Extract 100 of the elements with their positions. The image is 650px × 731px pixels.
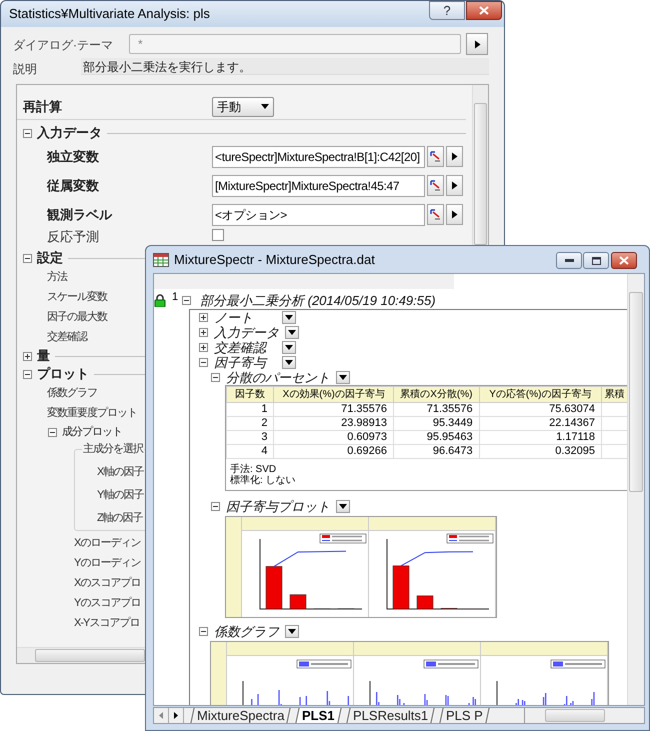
range-field[interactable]: <オプション> [212, 204, 425, 226]
table-cell: 75.63074 [479, 402, 602, 416]
checkbox[interactable] [212, 229, 224, 241]
vertical-scrollbar[interactable] [472, 85, 488, 245]
range-select-button[interactable] [427, 146, 444, 167]
table-cell: 0.32095 [479, 444, 602, 458]
table-cell: 71.35576 [393, 402, 480, 416]
table-cell: 3 [226, 430, 274, 444]
expand-toggle[interactable] [199, 343, 208, 352]
setting-label: 独立変数 [47, 148, 100, 166]
help-button[interactable]: ? [429, 1, 465, 20]
dropdown-button[interactable] [282, 341, 296, 354]
dropdown-button[interactable] [285, 326, 299, 339]
setting-label: 係数グラフ [47, 386, 97, 401]
caret-icon [261, 104, 269, 109]
column-header: Yの応答(%)の因子寄与 [479, 386, 602, 402]
dropdown-button[interactable] [282, 311, 296, 324]
table-cell: 95.3449 [393, 416, 480, 430]
field-label: ダイアログ·テーマ [13, 37, 113, 54]
arrow-button[interactable] [446, 175, 463, 196]
column-header: 累積 [602, 386, 628, 402]
close-icon [619, 256, 629, 265]
window-title: MixtureSpectr - MixtureSpectra.dat [174, 250, 375, 269]
column-header: 累積のX分散(%) [393, 386, 480, 402]
dropdown-button[interactable] [285, 625, 299, 638]
table-cell: 2 [226, 416, 274, 430]
vertical-scrollbar[interactable] [627, 274, 644, 705]
collapse-toggle[interactable] [199, 627, 208, 636]
sheet-tab[interactable]: PLS1 [296, 708, 342, 723]
range-select-button[interactable] [427, 175, 444, 196]
range-select-button[interactable] [427, 204, 444, 225]
caret-icon [288, 629, 296, 634]
table-cell: 1 [226, 402, 274, 416]
table-cell: 71.35576 [274, 402, 394, 416]
dropdown-button[interactable] [282, 356, 296, 369]
caret-icon [288, 330, 296, 335]
column-header: Xの効果(%)の因子寄与 [274, 386, 394, 402]
setting-label: 観測ラベル [47, 206, 114, 224]
collapse-toggle[interactable] [211, 502, 220, 511]
close-button[interactable] [466, 1, 502, 20]
dropdown[interactable]: 手動 [212, 96, 274, 116]
setting-label: 従属変数 [47, 176, 100, 195]
caret-icon [285, 315, 293, 320]
range-field[interactable]: <tureSpectr]MixtureSpectra!B[1]:C42[20] [212, 146, 425, 168]
arrow-button[interactable] [446, 146, 463, 167]
collapse-toggle[interactable] [23, 254, 32, 262]
sheet-tab[interactable]: PLSResults1 [346, 708, 435, 723]
section-label: 入力データ [37, 124, 102, 142]
minimize-button[interactable] [556, 252, 582, 269]
note-text: 標準化: しない [230, 475, 297, 486]
maximize-button[interactable] [583, 252, 609, 269]
setting-label: Y軸の因子 [97, 488, 144, 503]
lock-icon [154, 294, 166, 307]
dropdown-button[interactable] [336, 500, 350, 513]
collapse-toggle[interactable] [48, 428, 57, 436]
table-cell: 1.17118 [479, 430, 602, 444]
range-select-icon [430, 180, 441, 191]
expand-toggle[interactable] [23, 352, 32, 360]
node-label: 分散のパーセント [226, 369, 330, 387]
node-label: ノート [214, 308, 254, 326]
right-arrow-icon [174, 712, 178, 719]
collapse-toggle[interactable] [199, 358, 208, 367]
node-label: 因子寄与 [214, 354, 268, 372]
setting-label: Z軸の因子 [97, 510, 143, 526]
dropdown-button[interactable] [336, 371, 350, 384]
description-text: 部分最小二乗法を実行します。 [81, 58, 489, 75]
maximize-icon [592, 256, 600, 264]
play-arrow-icon [474, 40, 480, 48]
arrow-button[interactable] [466, 33, 488, 55]
arrow-button[interactable] [446, 204, 463, 225]
play-arrow-icon [451, 152, 458, 161]
node-label: 交差確認 [214, 339, 268, 356]
note-text: 手法: SVD [230, 464, 278, 475]
node-label: 入力データ [214, 324, 279, 341]
section-label: 設定 [37, 249, 63, 268]
collapse-toggle[interactable] [211, 373, 220, 382]
expand-toggle[interactable] [199, 328, 208, 337]
close-button[interactable] [611, 252, 637, 269]
table-cell: 22.14367 [479, 416, 602, 430]
window-title: Statistics¥Multivariate Analysis: pls [8, 5, 210, 24]
section-label: 量 [37, 347, 50, 366]
worksheet-icon [153, 252, 169, 266]
table-cell: 23.98913 [274, 416, 394, 430]
collapse-toggle[interactable] [23, 128, 32, 138]
table-cell: 95.95463 [393, 430, 480, 444]
range-field[interactable]: [MixtureSpectr]MixtureSpectra!45:47 [212, 174, 425, 196]
collapse-toggle[interactable] [23, 370, 32, 378]
section-label: 成分プロット [62, 424, 122, 440]
collapse-toggle[interactable] [182, 296, 191, 305]
sheet-tab[interactable]: PLS P [440, 708, 490, 723]
table-cell: 96.6473 [393, 444, 480, 458]
sheet-tab[interactable]: MixtureSpectra [190, 708, 292, 723]
setting-label: 交差確認 [47, 330, 87, 345]
caret-icon [285, 360, 293, 365]
setting-label: 再計算 [23, 98, 63, 116]
setting-label: 因子の最大数 [47, 310, 107, 325]
table-cell: 4 [226, 444, 274, 458]
expand-toggle[interactable] [199, 313, 208, 322]
row-number: 1 [172, 290, 178, 305]
setting-label: スケール変数 [47, 290, 107, 305]
